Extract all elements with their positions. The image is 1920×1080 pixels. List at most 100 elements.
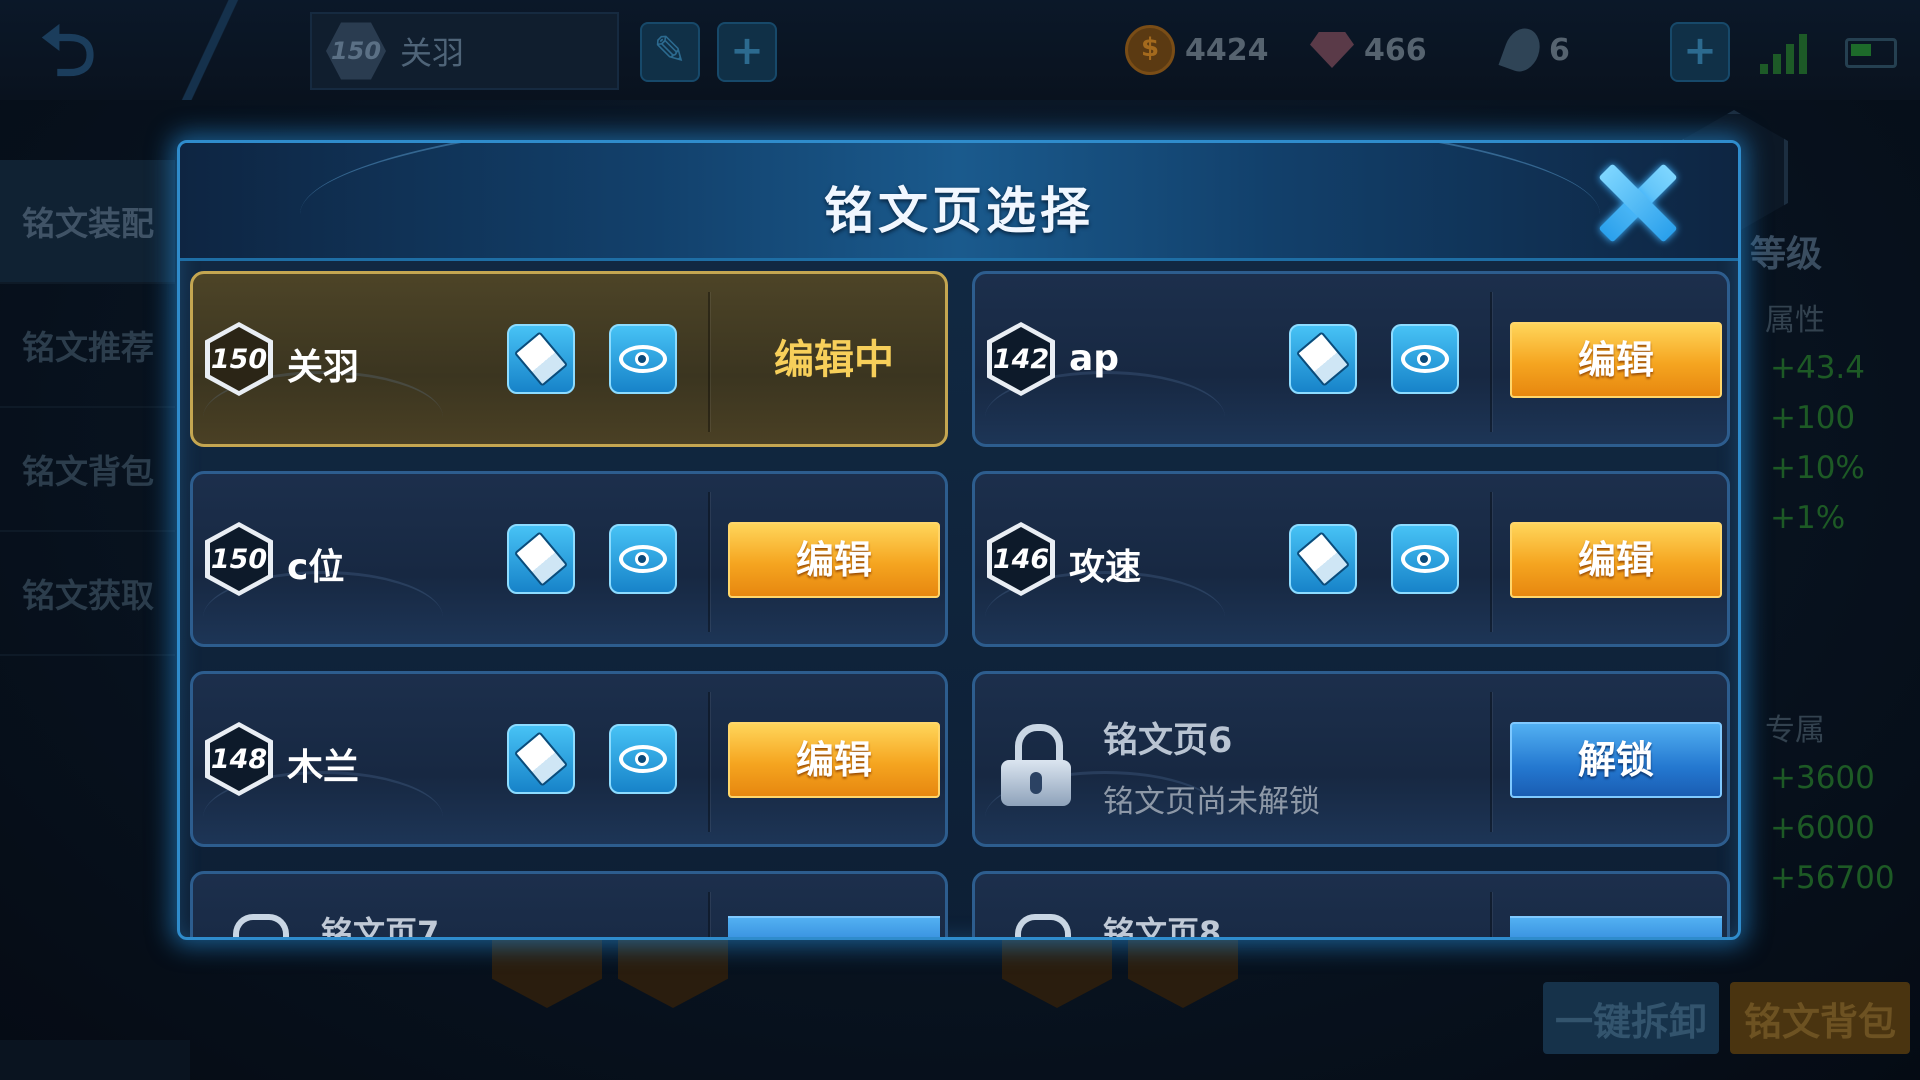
inscription-slot [1002, 935, 1112, 1008]
card-divider [708, 492, 710, 632]
edit-button[interactable]: 编辑 [1510, 322, 1722, 398]
inscription-bag-button[interactable]: 铭文背包 [1730, 982, 1910, 1054]
page-grid: 150 关羽 编辑中 142 ap 编辑 150 c位 编辑 146 攻速 编辑… [190, 271, 1730, 940]
stat-value: +56700 [1770, 860, 1895, 896]
rename-button[interactable] [1289, 524, 1357, 594]
level-value: 148 [210, 727, 268, 791]
eraser-icon [1295, 331, 1351, 387]
stat-value: +43.4 [1770, 350, 1865, 386]
page-card-2[interactable]: 142 ap 编辑 [972, 271, 1730, 447]
sidebar-item-recommend[interactable]: 铭文推荐 [0, 284, 175, 408]
unlock-button[interactable] [728, 916, 940, 937]
dialog-title: 铭文页选择 [824, 182, 1094, 240]
stats-section-attributes: 属性 [1765, 303, 1825, 338]
eraser-icon [513, 731, 569, 787]
stats-section-exclusive: 专属 [1765, 713, 1825, 748]
unlock-button[interactable]: 解锁 [1510, 722, 1722, 798]
lock-icon [1001, 724, 1071, 806]
page-name: c位 [287, 547, 345, 588]
eye-icon [619, 545, 667, 573]
level-value: 150 [210, 327, 268, 391]
gold-coin-icon: $ [1125, 25, 1175, 75]
stat-value: +3600 [1770, 760, 1875, 796]
card-divider [1490, 292, 1492, 432]
stat-value: +6000 [1770, 810, 1875, 846]
card-divider [708, 692, 710, 832]
eye-icon [1401, 545, 1449, 573]
inscription-fragment-icon [1498, 23, 1546, 77]
page-card-1[interactable]: 150 关羽 编辑中 [190, 271, 948, 447]
diamond-currency: 466 [1310, 26, 1427, 74]
edit-button[interactable]: 编辑 [728, 722, 940, 798]
eraser-icon [513, 531, 569, 587]
eye-icon [619, 345, 667, 373]
card-divider [1490, 692, 1492, 832]
sidebar-item-bag[interactable]: 铭文背包 [0, 408, 175, 532]
gold-amount: 4424 [1185, 32, 1269, 68]
inscription-slot [1128, 935, 1238, 1008]
level-value: 142 [992, 327, 1050, 391]
eye-icon [1401, 345, 1449, 373]
rename-top-button[interactable]: ✎ [640, 22, 700, 82]
locked-page-name: 铭文页6 [1103, 721, 1233, 761]
top-bar: ⮌ 150 关羽 ✎ + $ 4424 466 6 + [0, 0, 1920, 100]
rename-button[interactable] [507, 324, 575, 394]
unequip-all-button[interactable]: 一键拆卸 [1543, 982, 1719, 1054]
stats-level-title: 等级 [1750, 234, 1823, 275]
inscription-slot [492, 935, 602, 1008]
page-card-5[interactable]: 148 木兰 编辑 [190, 671, 948, 847]
card-divider [708, 892, 710, 937]
page-name: 关羽 [287, 347, 360, 388]
back-button[interactable]: ⮌ [40, 14, 170, 88]
page-card-3[interactable]: 150 c位 编辑 [190, 471, 948, 647]
recharge-button[interactable]: + [1670, 22, 1730, 82]
diamond-amount: 466 [1364, 32, 1427, 68]
level-value: 146 [992, 527, 1050, 591]
edit-button[interactable]: 编辑 [728, 522, 940, 598]
sidebar-item-equip[interactable]: 铭文装配 [0, 160, 175, 284]
preview-button[interactable] [609, 724, 677, 794]
rename-button[interactable] [1289, 324, 1357, 394]
rename-button[interactable] [507, 524, 575, 594]
page-card-6-locked[interactable]: 铭文页6 铭文页尚未解锁 解锁 [972, 671, 1730, 847]
rename-button[interactable] [507, 724, 575, 794]
preview-button[interactable] [1391, 324, 1459, 394]
dialog-header: 铭文页选择 [180, 143, 1738, 261]
card-divider [1490, 492, 1492, 632]
fragment-currency: 6 [1498, 23, 1570, 77]
eye-icon [619, 745, 667, 773]
eraser-icon [1295, 531, 1351, 587]
add-page-button[interactable]: + [717, 22, 777, 82]
page-card-7-partial[interactable]: 铭文页7 [190, 871, 948, 940]
diamond-icon [1310, 32, 1354, 68]
lock-icon [233, 914, 289, 937]
battery-icon [1845, 38, 1897, 68]
page-name: 攻速 [1069, 547, 1142, 588]
fragment-amount: 6 [1549, 32, 1570, 68]
page-name: ap [1069, 338, 1120, 379]
inscription-page-select-dialog: 铭文页选择 150 关羽 编辑中 142 ap 编辑 150 c位 编辑 146… [177, 140, 1741, 940]
hero-name: 关羽 [400, 34, 465, 72]
gold-currency: $ 4424 [1125, 25, 1269, 75]
locked-page-name: 铭文页8 [1103, 914, 1222, 940]
topbar-divider [180, 0, 240, 100]
signal-icon [1760, 34, 1810, 74]
preview-button[interactable] [609, 324, 677, 394]
preview-button[interactable] [609, 524, 677, 594]
preview-button[interactable] [1391, 524, 1459, 594]
side-nav: 铭文装配 铭文推荐 铭文背包 铭文获取 [0, 160, 175, 656]
eraser-icon [513, 331, 569, 387]
page-name: 木兰 [287, 747, 360, 788]
card-divider [708, 292, 710, 432]
unlock-button[interactable] [1510, 916, 1722, 937]
edit-button[interactable]: 编辑 [1510, 522, 1722, 598]
close-button[interactable] [1595, 161, 1679, 245]
sidebar-item-obtain[interactable]: 铭文获取 [0, 532, 175, 656]
footer-strip [0, 1040, 190, 1080]
locked-page-name: 铭文页7 [321, 914, 440, 940]
card-divider [1490, 892, 1492, 937]
inscription-slot [618, 935, 728, 1008]
page-card-8-partial[interactable]: 铭文页8 [972, 871, 1730, 940]
page-card-4[interactable]: 146 攻速 编辑 [972, 471, 1730, 647]
level-value: 150 [210, 527, 268, 591]
